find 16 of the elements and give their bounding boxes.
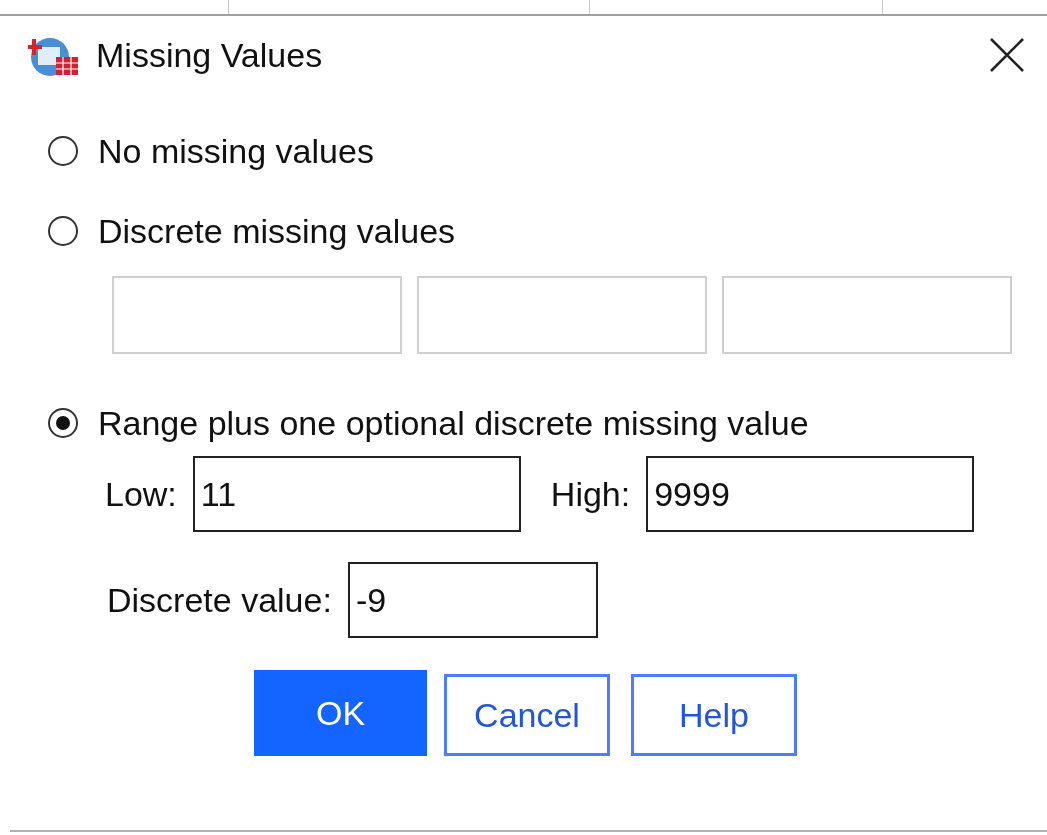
input-field[interactable]: -9 bbox=[347, 562, 598, 638]
ok-button[interactable]: OK bbox=[254, 670, 427, 756]
field-label: High: bbox=[550, 474, 631, 514]
radio-button[interactable] bbox=[48, 408, 78, 438]
radio-button[interactable] bbox=[48, 136, 78, 166]
window-title: Missing Values bbox=[96, 35, 324, 75]
field-label: Discrete value: bbox=[107, 580, 332, 620]
radio-option[interactable]: Range plus one optional discrete missing value bbox=[48, 394, 809, 452]
radio-option[interactable]: Discrete missing values bbox=[48, 202, 456, 260]
dialog-button[interactable]: Help bbox=[631, 674, 797, 756]
radio-option[interactable]: No missing values bbox=[48, 122, 374, 180]
dialog-button[interactable]: Cancel bbox=[444, 674, 610, 756]
radio-button[interactable] bbox=[48, 216, 78, 246]
input-field[interactable]: 9999 bbox=[646, 456, 975, 532]
field-label: Low: bbox=[105, 474, 177, 514]
input-field[interactable]: 11 bbox=[192, 456, 521, 532]
